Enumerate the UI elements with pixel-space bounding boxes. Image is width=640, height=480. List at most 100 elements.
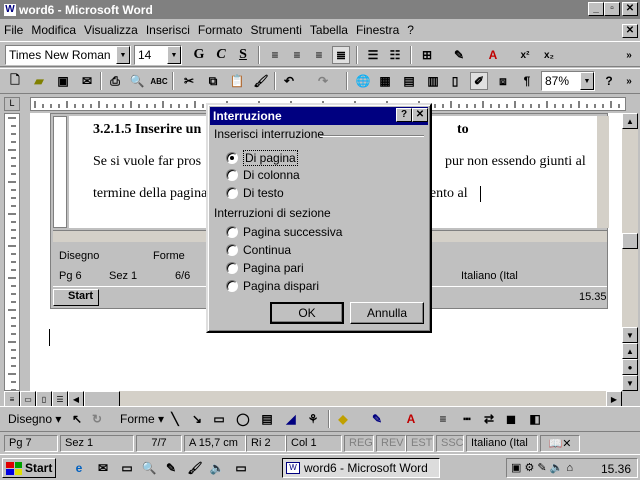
font-size-select[interactable]: 14 ▼ xyxy=(134,45,182,65)
drawing-font-color-icon[interactable]: A xyxy=(402,410,420,428)
align-center-icon[interactable]: ≡ xyxy=(288,46,306,64)
radio-next-page[interactable]: Pagina successiva xyxy=(226,225,342,239)
font-color-icon[interactable]: A xyxy=(484,46,502,64)
clock[interactable]: 15.36 xyxy=(601,462,631,476)
menu-modifica[interactable]: Modifica xyxy=(27,23,80,37)
scroll-right-button[interactable]: ▶ xyxy=(606,391,622,407)
ie-icon[interactable]: e xyxy=(70,459,88,477)
fill-color-icon[interactable]: ◆ xyxy=(334,410,352,428)
spelling-icon[interactable]: ABC xyxy=(150,72,168,90)
document-map-icon[interactable]: ⧈ xyxy=(494,72,512,90)
zoom-select[interactable]: 87% ▼ xyxy=(541,71,595,91)
close-button[interactable]: ✕ xyxy=(622,2,638,16)
tab-selector[interactable]: L xyxy=(4,97,20,111)
textbox-icon[interactable]: ▤ xyxy=(258,410,276,428)
open-folder-icon[interactable]: ▰ xyxy=(30,72,48,90)
scroll-left-button[interactable]: ◀ xyxy=(68,391,84,407)
print-icon[interactable]: ⎙ xyxy=(106,72,124,90)
oval-icon[interactable]: ◯ xyxy=(234,410,252,428)
menu-finestra[interactable]: Finestra xyxy=(352,23,403,37)
redo-icon[interactable]: ↷ xyxy=(314,72,332,90)
show-hide-icon[interactable]: ¶ xyxy=(518,72,536,90)
insert-excel-icon[interactable]: ▥ xyxy=(424,72,442,90)
horizontal-scrollbar[interactable]: ≡ ▭ ▯ ☰ ◀ ▶ xyxy=(4,391,622,407)
chevron-down-icon[interactable]: ▼ xyxy=(116,46,130,64)
save-icon[interactable]: ▣ xyxy=(54,72,72,90)
next-page-button[interactable]: ▼ xyxy=(622,375,638,391)
tray-icons[interactable]: ▣ ⚙ ✎ 🔈 ⌂ xyxy=(511,461,573,474)
chevron-down-icon[interactable]: ▼ xyxy=(167,46,181,64)
hyperlink-icon[interactable]: 🌐 xyxy=(354,72,372,90)
align-left-icon[interactable]: ≡ xyxy=(266,46,284,64)
radio-text-wrap-break[interactable]: Di testo xyxy=(226,186,284,200)
spelling-status-icon[interactable]: 📖✕ xyxy=(540,435,580,452)
highlight-icon[interactable]: ✎ xyxy=(450,46,468,64)
clipart-icon[interactable]: ⚘ xyxy=(304,410,322,428)
shadow-icon[interactable]: ◼ xyxy=(502,410,520,428)
arrow-style-icon[interactable]: ⇄ xyxy=(480,410,498,428)
desktop-icon[interactable]: ▭ xyxy=(118,459,136,477)
arrow-icon[interactable]: ↘ xyxy=(188,410,206,428)
cancel-button[interactable]: Annulla xyxy=(350,302,424,324)
format-painter-icon[interactable]: 🖌 xyxy=(252,72,270,90)
menu-tabella[interactable]: Tabella xyxy=(306,23,352,37)
underline-button[interactable]: S xyxy=(234,46,252,64)
borders-icon[interactable]: ⊞ xyxy=(418,46,436,64)
maximize-button[interactable]: ▫ xyxy=(604,2,620,16)
menu-help[interactable]: ? xyxy=(403,23,418,37)
superscript-icon[interactable]: x² xyxy=(516,46,534,64)
paste-icon[interactable]: 📋 xyxy=(228,72,246,90)
scroll-thumb[interactable] xyxy=(622,233,638,249)
scroll-down-button[interactable]: ▼ xyxy=(622,327,638,343)
print-preview-icon[interactable]: 🔍 xyxy=(128,72,146,90)
drawing-icon[interactable]: ✐ xyxy=(470,72,488,90)
radio-page-break[interactable]: Di pagina xyxy=(226,150,298,166)
cut-icon[interactable]: ✂ xyxy=(180,72,198,90)
online-view-button[interactable]: ▭ xyxy=(20,391,36,407)
wordart-icon[interactable]: ◢ xyxy=(282,410,300,428)
font-name-select[interactable]: Times New Roman ▼ xyxy=(5,45,131,65)
bold-button[interactable]: G xyxy=(190,46,208,64)
menu-formato[interactable]: Formato xyxy=(194,23,247,37)
minimize-button[interactable]: _ xyxy=(588,2,604,16)
radio-even-page[interactable]: Pagina pari xyxy=(226,261,304,275)
office-assistant-icon[interactable]: ? xyxy=(600,72,618,90)
status-ext[interactable]: EST xyxy=(406,435,434,452)
dash-style-icon[interactable]: ┅ xyxy=(458,410,476,428)
justify-icon[interactable]: ≣ xyxy=(332,46,350,64)
subscript-icon[interactable]: x₂ xyxy=(540,46,558,64)
radio-continuous[interactable]: Continua xyxy=(226,243,291,257)
browse-object-button[interactable]: ● xyxy=(622,359,638,375)
mail-icon[interactable]: ✉ xyxy=(78,72,96,90)
status-rev[interactable]: REV xyxy=(376,435,406,452)
find-icon[interactable]: 🔍 xyxy=(140,459,158,477)
disegno-menu[interactable]: Disegno ▾ xyxy=(8,412,61,426)
toolbar-overflow-icon[interactable]: » xyxy=(620,46,638,64)
menu-visualizza[interactable]: Visualizza xyxy=(80,23,142,37)
status-ovr[interactable]: SSC xyxy=(436,435,464,452)
menu-inserisci[interactable]: Inserisci xyxy=(142,23,194,37)
page-view-button[interactable]: ▯ xyxy=(36,391,52,407)
line-icon[interactable]: ╲ xyxy=(166,410,184,428)
vertical-scrollbar[interactable]: ▲ ▼ ▲ ● ▼ xyxy=(622,113,638,391)
dialog-help-button[interactable]: ? xyxy=(396,108,412,122)
menu-file[interactable]: File xyxy=(0,23,27,37)
menu-strumenti[interactable]: Strumenti xyxy=(247,23,306,37)
vertical-ruler[interactable] xyxy=(4,113,20,391)
start-button[interactable]: Start xyxy=(2,458,56,478)
chevron-down-icon[interactable]: ▼ xyxy=(580,72,594,90)
radio-column-break[interactable]: Di colonna xyxy=(226,168,300,182)
free-rotate-icon[interactable]: ↻ xyxy=(88,410,106,428)
numbered-list-icon[interactable]: ☰ xyxy=(364,46,382,64)
notepad-icon[interactable]: ✎ xyxy=(162,459,180,477)
taskbar-word-button[interactable]: W word6 - Microsoft Word xyxy=(282,458,440,478)
bullet-list-icon[interactable]: ☷ xyxy=(386,46,404,64)
select-pointer-icon[interactable]: ↖ xyxy=(68,410,86,428)
dialog-close-button[interactable]: ✕ xyxy=(412,108,428,122)
normal-view-button[interactable]: ≡ xyxy=(4,391,20,407)
radio-odd-page[interactable]: Pagina dispari xyxy=(226,279,319,293)
new-document-icon[interactable]: 🗋 xyxy=(6,72,24,90)
3d-icon[interactable]: ◧ xyxy=(526,410,544,428)
italic-button[interactable]: C xyxy=(212,46,230,64)
copy-icon[interactable]: ⧉ xyxy=(204,72,222,90)
